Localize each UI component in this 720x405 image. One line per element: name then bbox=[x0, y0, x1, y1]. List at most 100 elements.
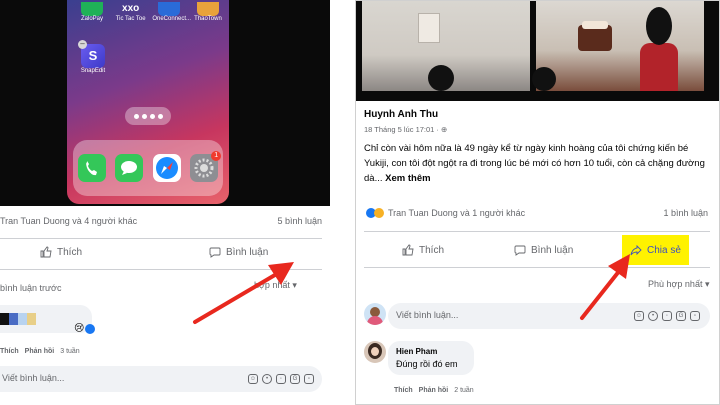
left-post-screenshot: ZaloPay xxo Tic Tac Toe OneConnect... Th… bbox=[0, 0, 330, 405]
reactions[interactable]: Tran Tuan Duong và 1 người khác bbox=[366, 208, 525, 218]
app-dock: 1 bbox=[73, 140, 223, 196]
post-body: Chỉ còn vài hôm nữa là 49 ngày kể từ ngà… bbox=[364, 141, 710, 186]
settings-icon[interactable]: 1 bbox=[190, 151, 222, 182]
divider bbox=[364, 267, 710, 268]
post-time[interactable]: 18 Tháng 5 lúc 17:01 · ⊕ bbox=[364, 125, 710, 134]
comment-sort-dropdown[interactable]: Phù hợp nhất ▾ bbox=[648, 279, 709, 290]
comment-icon bbox=[209, 247, 221, 258]
divider bbox=[0, 269, 322, 270]
post-photo[interactable] bbox=[362, 1, 530, 91]
share-icon bbox=[630, 244, 642, 256]
comment-placeholder: Viết bình luận... bbox=[2, 373, 65, 383]
comment-text: Đúng rồi đó em bbox=[396, 359, 458, 369]
person-head bbox=[646, 7, 672, 45]
comment-time[interactable]: 2 tuần bbox=[454, 387, 473, 394]
page-dots[interactable] bbox=[125, 107, 171, 125]
like-label: Thích bbox=[57, 246, 83, 258]
gif-icon[interactable]: G bbox=[290, 374, 300, 384]
comment-input[interactable]: Viết bình luận... ☺ • ◦ G ▫ bbox=[0, 366, 322, 392]
like-button[interactable]: Thích bbox=[40, 246, 82, 258]
comment-count[interactable]: 5 bình luận bbox=[277, 216, 322, 226]
red-shirt bbox=[640, 43, 678, 91]
reaction-icons bbox=[366, 208, 384, 218]
phone-screen: ZaloPay xxo Tic Tac Toe OneConnect... Th… bbox=[67, 0, 229, 204]
comment-reply-link[interactable]: Phản hồi bbox=[25, 348, 55, 355]
censored-text bbox=[0, 313, 36, 325]
comment-meta: Thích Phản hồi 2 tuần bbox=[394, 387, 474, 394]
camera-icon[interactable]: ◦ bbox=[276, 374, 286, 384]
reaction-summary: Tran Tuan Duong và 1 người khác 1 bình l… bbox=[366, 208, 708, 218]
commenter-name[interactable]: Hien Pham bbox=[396, 347, 466, 356]
safari-icon[interactable] bbox=[152, 154, 181, 182]
comment-count[interactable]: 1 bình luận bbox=[663, 208, 708, 218]
comment-tools: ☺ • ◦ G ▫ bbox=[248, 374, 314, 384]
sad-reaction-icon: 😢 bbox=[74, 323, 85, 334]
like-icon bbox=[40, 246, 52, 258]
reactions-text[interactable]: Tran Tuan Duong và 4 người khác bbox=[0, 216, 137, 226]
app-label: OneConnect... bbox=[152, 16, 192, 22]
share-button[interactable]: Chia sẻ bbox=[622, 235, 689, 265]
comment-input[interactable]: Viết bình luận... ☺ • ◦ G ▫ bbox=[388, 303, 710, 329]
comment-tools: ☺ • ◦ G ▫ bbox=[634, 311, 700, 321]
commenter-avatar[interactable] bbox=[364, 341, 386, 363]
post-photos bbox=[356, 1, 719, 101]
app-label: Tic Tac Toe bbox=[115, 16, 146, 22]
share-label: Chia sẻ bbox=[647, 244, 681, 256]
app-row: ZaloPay xxo Tic Tac Toe OneConnect... Th… bbox=[75, 2, 225, 22]
comment-button[interactable]: Bình luận bbox=[209, 246, 268, 258]
app-thaotown[interactable]: ThaoTown bbox=[191, 2, 225, 22]
phone-icon[interactable] bbox=[77, 154, 106, 182]
app-label: SnapEdit bbox=[80, 68, 106, 74]
emoji-icon[interactable]: • bbox=[262, 374, 272, 384]
comment-label: Bình luận bbox=[226, 246, 269, 258]
like-reaction-icon bbox=[85, 324, 96, 334]
birthday-cake bbox=[578, 21, 612, 51]
camera-icon[interactable]: ◦ bbox=[662, 311, 672, 321]
comment-like-link[interactable]: Thích bbox=[394, 387, 413, 394]
sticker-pack-icon[interactable]: ▫ bbox=[690, 311, 700, 321]
post-content: Huynh Anh Thu 18 Tháng 5 lúc 17:01 · ⊕ C… bbox=[364, 109, 710, 186]
app-oneconnect[interactable]: OneConnect... bbox=[152, 2, 192, 22]
comment-button[interactable]: Bình luận bbox=[514, 235, 573, 265]
sticker-icon[interactable]: ☺ bbox=[634, 311, 644, 321]
comment-icon bbox=[514, 245, 526, 256]
comment-sort-dropdown[interactable]: hợp nhất ▾ bbox=[254, 280, 297, 291]
user-avatar[interactable] bbox=[364, 303, 386, 325]
comment-time[interactable]: 3 tuần bbox=[60, 348, 79, 355]
reactions-text: Tran Tuan Duong và 1 người khác bbox=[388, 208, 526, 218]
messages-icon[interactable] bbox=[115, 154, 144, 182]
picture-frame bbox=[418, 13, 440, 43]
sticker-icon[interactable]: ☺ bbox=[248, 374, 258, 384]
like-label: Thích bbox=[419, 244, 445, 256]
sticker-pack-icon[interactable]: ▫ bbox=[304, 374, 314, 384]
person-head bbox=[428, 65, 454, 91]
person-head bbox=[532, 67, 556, 91]
comment-placeholder: Viết bình luận... bbox=[396, 310, 459, 320]
app-label: ZaloPay bbox=[80, 16, 103, 22]
reaction-summary: Tran Tuan Duong và 4 người khác 5 bình l… bbox=[0, 216, 322, 226]
see-more-link[interactable]: Xem thêm bbox=[385, 173, 430, 184]
gif-icon[interactable]: G bbox=[676, 311, 686, 321]
right-post-screenshot: Huynh Anh Thu 18 Tháng 5 lúc 17:01 · ⊕ C… bbox=[355, 0, 720, 405]
divider bbox=[364, 231, 710, 232]
comment-reactions[interactable]: 😢 bbox=[74, 323, 96, 334]
like-button[interactable]: Thích bbox=[402, 235, 444, 265]
app-tic-tac-toe[interactable]: xxo Tic Tac Toe bbox=[114, 2, 148, 22]
remove-app-icon[interactable]: – bbox=[78, 40, 87, 49]
comment-like-link[interactable]: Thích bbox=[0, 348, 19, 355]
post-author[interactable]: Huynh Anh Thu bbox=[364, 109, 710, 120]
view-previous-comments[interactable]: bình luận trước bbox=[0, 283, 61, 293]
comment-reply-link[interactable]: Phản hồi bbox=[419, 387, 449, 394]
video-player[interactable]: ZaloPay xxo Tic Tac Toe OneConnect... Th… bbox=[0, 0, 330, 206]
emoji-icon[interactable]: • bbox=[648, 311, 658, 321]
app-snapedit[interactable]: – S SnapEdit bbox=[78, 40, 108, 74]
like-icon bbox=[402, 244, 414, 256]
comment-label: Bình luận bbox=[531, 244, 574, 256]
post-actions: Thích Bình luận Chia sẻ bbox=[364, 235, 710, 265]
divider bbox=[0, 238, 322, 239]
app-zalopay[interactable]: ZaloPay bbox=[75, 2, 109, 22]
app-label: ThaoTown bbox=[194, 16, 222, 22]
comment-bubble: Hien Pham Đúng rồi đó em bbox=[388, 341, 474, 375]
comment-meta: Thích Phản hồi 3 tuần bbox=[0, 348, 80, 355]
post-photo[interactable] bbox=[532, 1, 704, 91]
